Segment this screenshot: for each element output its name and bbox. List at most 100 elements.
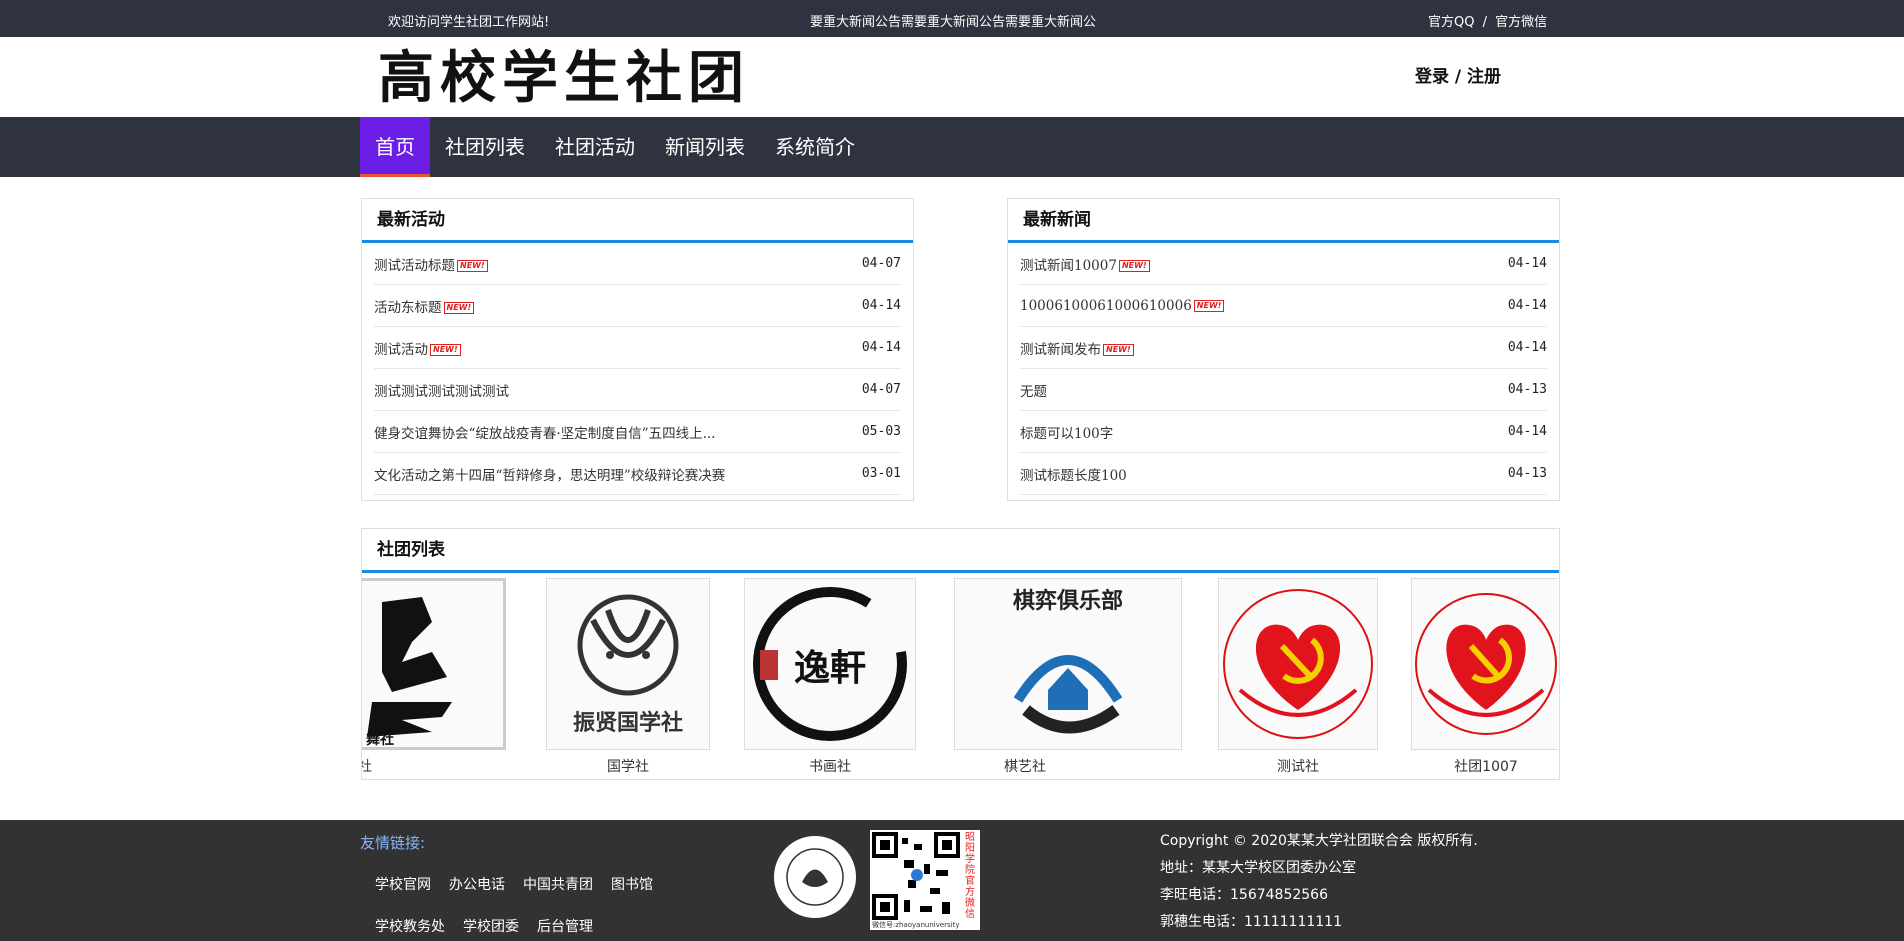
item-title[interactable]: 测试活动 NEW! [374, 338, 461, 358]
club-name[interactable]: 书画社 [744, 756, 916, 776]
new-badge: NEW! [457, 260, 488, 272]
friend-link[interactable]: 办公电话 [449, 877, 505, 893]
club-name[interactable]: 社 [362, 756, 506, 776]
club-item[interactable]: 振贤国学社 国学社 [546, 578, 710, 776]
list-item[interactable]: 文化活动之第十四届“哲辩修身，思达明理”校级辩论赛决赛 03-01 [374, 453, 901, 495]
list-item[interactable]: 测试标题长度100 04-13 [1020, 453, 1547, 495]
item-title-text[interactable]: 健身交谊舞协会“绽放战疫青春·坚定制度自信”五四线上... [374, 426, 715, 442]
university-seal [770, 832, 860, 926]
new-badge: NEW! [1118, 260, 1150, 272]
item-title[interactable]: 测试测试测试测试测试 [374, 380, 509, 400]
item-title[interactable]: 活动东标题 NEW! [374, 296, 475, 316]
club-name[interactable]: 国学社 [546, 756, 710, 776]
item-title[interactable]: 测试新闻10007 NEW! [1020, 254, 1150, 274]
item-title-text[interactable]: 1000610006100061000​6 [1020, 298, 1192, 314]
list-item[interactable]: 测试新闻10007 NEW! 04-14 [1020, 243, 1547, 285]
list-item[interactable]: 活动东标题 NEW! 04-14 [374, 285, 901, 327]
list-item[interactable]: 测试新闻发布 NEW! 04-14 [1020, 327, 1547, 369]
club-item[interactable]: 逸軒 书画社 [744, 578, 916, 776]
friend-links-row: 学校教务处 学校团委 后台管理 [375, 916, 611, 936]
item-title-text[interactable]: 测试测试测试测试测试 [374, 384, 509, 400]
friend-links-label: 友情链接: [360, 834, 426, 852]
footer-contact: Copyright © 2020某某大学社团联合会 版权所有. 地址：某某大学校… [1160, 828, 1478, 936]
club-name[interactable]: 测试社 [1218, 756, 1378, 776]
new-badge: NEW! [443, 302, 475, 314]
nav-item[interactable]: 社团活动 [540, 117, 650, 177]
list-item[interactable]: 1000610006100061000​6 NEW! 04-14 [1020, 285, 1547, 327]
friend-link[interactable]: 图书馆 [611, 877, 653, 893]
item-title[interactable]: 1000610006100061000​6 NEW! [1020, 298, 1225, 314]
club-logo-text: 振贤国学社 [573, 710, 683, 736]
item-title-text[interactable]: 标题可以100字 [1020, 426, 1113, 442]
item-title-text[interactable]: 测试活动标题 [374, 258, 455, 274]
item-title-text[interactable]: 测试新闻10007 [1020, 258, 1117, 274]
club-item[interactable]: 舞社 社 [362, 578, 506, 776]
item-date: 04-14 [1507, 424, 1547, 439]
item-title[interactable]: 测试标题长度100 [1020, 464, 1127, 484]
club-logo-painting[interactable]: 逸軒 [744, 578, 916, 750]
item-title-text[interactable]: 测试活动 [374, 342, 428, 358]
item-title-text[interactable]: 文化活动之第十四届“哲辩修身，思达明理”校级辩论赛决赛 [374, 468, 725, 484]
item-title-text[interactable]: 测试标题长度100 [1020, 468, 1127, 484]
nav-item[interactable]: 社团列表 [430, 117, 540, 177]
welcome-text: 欢迎访问学生社团工作网站! [388, 15, 550, 30]
list-item[interactable]: 测试活动标题 NEW! 04-07 [374, 243, 901, 285]
list-item[interactable]: 测试测试测试测试测试 04-07 [374, 369, 901, 411]
club-logo-text: 舞社 [366, 731, 394, 747]
item-date: 04-14 [1507, 298, 1547, 313]
item-title[interactable]: 测试活动标题 NEW! [374, 254, 488, 274]
item-title[interactable]: 标题可以100字 [1020, 422, 1113, 442]
new-badge: NEW! [1103, 344, 1134, 356]
club-carousel[interactable]: 舞社 社 振贤国学社 国学社 逸軒 书画社 棋弈俱乐部 棋艺社 测试社 社团10… [362, 578, 1558, 778]
item-title-text[interactable]: 测试新闻发布 [1020, 342, 1101, 358]
list-item[interactable]: 无题 04-13 [1020, 369, 1547, 411]
club-logo-dance[interactable]: 舞社 [362, 578, 506, 750]
new-badge: NEW! [430, 344, 461, 356]
item-title[interactable]: 文化活动之第十四届“哲辩修身，思达明理”校级辩论赛决赛 [374, 464, 725, 484]
club-logo-1007[interactable] [1411, 578, 1558, 750]
club-name[interactable]: 社团1007 [1411, 756, 1558, 776]
friend-link[interactable]: 后台管理 [537, 919, 593, 935]
club-logo-guoxue[interactable]: 振贤国学社 [546, 578, 710, 750]
list-item[interactable]: 测试活动 NEW! 04-14 [374, 327, 901, 369]
list-item[interactable]: 健身交谊舞协会“绽放战疫青春·坚定制度自信”五四线上... 05-03 [374, 411, 901, 453]
friend-link[interactable]: 学校教务处 [375, 919, 445, 935]
news-marquee[interactable]: 要重大新闻公告需要重大新闻公告需要重大新闻公 [810, 11, 1110, 30]
list-item[interactable]: 标题可以100字 04-14 [1020, 411, 1547, 453]
nav-item[interactable]: 首页 [360, 117, 430, 177]
friend-link[interactable]: 中国共青团 [523, 877, 593, 893]
item-title-text[interactable]: 活动东标题 [374, 300, 442, 316]
nav-item[interactable]: 新闻列表 [650, 117, 760, 177]
nav-item[interactable]: 系统简介 [760, 117, 870, 177]
official-qq-link[interactable]: 官方QQ [1428, 15, 1474, 30]
official-wechat-link[interactable]: 官方微信 [1495, 15, 1547, 30]
friend-link[interactable]: 学校团委 [463, 919, 519, 935]
item-date: 04-13 [1507, 466, 1547, 481]
item-title[interactable]: 无题 [1020, 380, 1047, 400]
latest-activities-title: 最新活动 [362, 199, 913, 243]
item-date: 04-14 [861, 340, 901, 355]
item-title[interactable]: 健身交谊舞协会“绽放战疫青春·坚定制度自信”五四线上... [374, 422, 715, 442]
club-logo-chess[interactable]: 棋弈俱乐部 [954, 578, 1182, 750]
club-item[interactable]: 测试社 [1218, 578, 1378, 776]
item-date: 04-14 [861, 298, 901, 313]
qr-side-text: 昭阳学院官方微信 [965, 832, 975, 920]
item-title[interactable]: 测试新闻发布 NEW! [1020, 338, 1134, 358]
club-item[interactable]: 社团1007 [1411, 578, 1558, 776]
item-title-text[interactable]: 无题 [1020, 384, 1047, 400]
top-bar: 欢迎访问学生社团工作网站! 要重大新闻公告需要重大新闻公告需要重大新闻公 官方Q… [0, 0, 1904, 37]
item-date: 03-01 [861, 466, 901, 481]
separator: / [1482, 15, 1487, 30]
club-item[interactable]: 棋弈俱乐部 棋艺社 [954, 578, 1182, 776]
friend-link[interactable]: 学校官网 [375, 877, 431, 893]
site-logo[interactable]: 高校学生社团 [378, 47, 750, 109]
latest-activities-panel: 最新活动 测试活动标题 NEW! 04-07 活动东标题 NEW! 04-14 测试活动 NE… [361, 198, 914, 501]
login-register-link[interactable]: 登录 / 注册 [1415, 62, 1501, 87]
item-date: 04-14 [1507, 256, 1547, 271]
latest-news-title: 最新新闻 [1008, 199, 1559, 243]
club-logo-test[interactable] [1218, 578, 1378, 750]
club-name[interactable]: 棋艺社 [954, 756, 1182, 776]
qr-caption: 微信号:zhaoyanuniversity [872, 921, 960, 929]
friend-links-row: 学校官网 办公电话 中国共青团 图书馆 [375, 874, 671, 894]
header: 高校学生社团 登录 / 注册 [0, 37, 1904, 117]
